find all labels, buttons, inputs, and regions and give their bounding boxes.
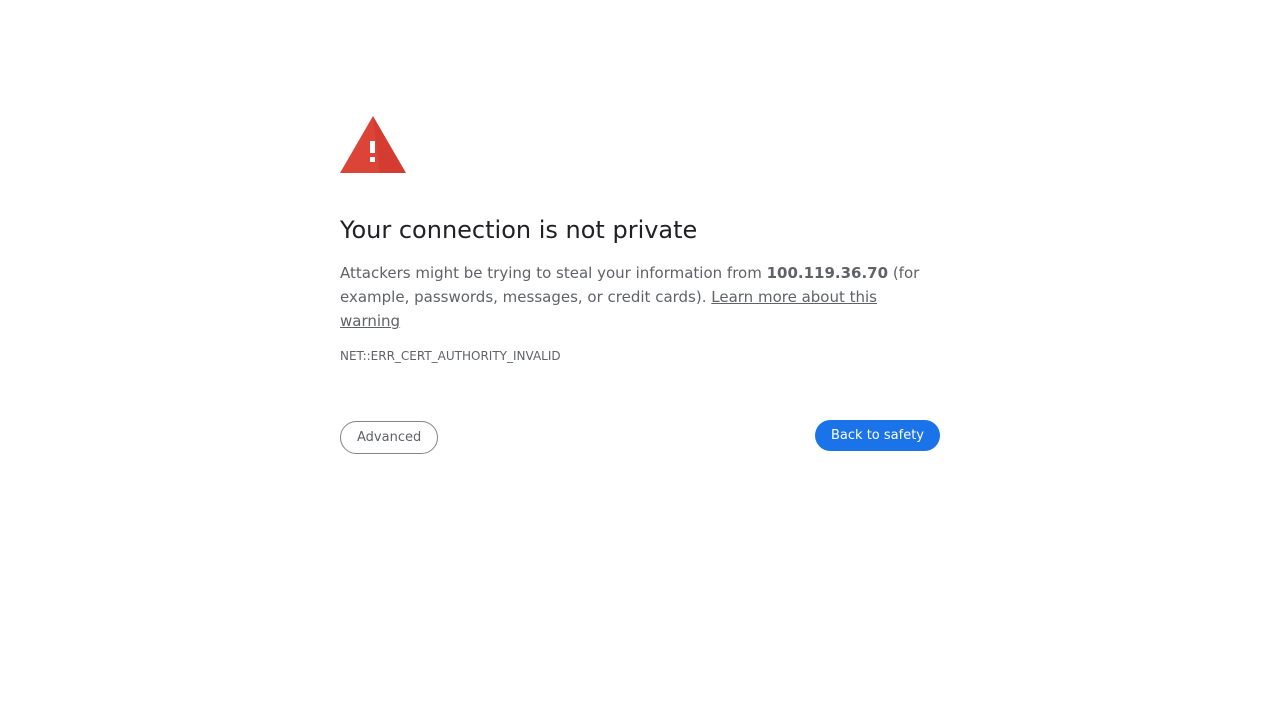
- message-prefix: Attackers might be trying to steal your …: [340, 264, 767, 282]
- interstitial-wrapper: Your connection is not private Attackers…: [340, 116, 940, 454]
- warning-triangle-icon: [340, 116, 406, 173]
- back-to-safety-button[interactable]: Back to safety: [815, 420, 940, 451]
- error-code: NET::ERR_CERT_AUTHORITY_INVALID: [340, 349, 561, 363]
- advanced-button[interactable]: Advanced: [340, 421, 439, 454]
- host-address: 100.119.36.70: [766, 264, 889, 282]
- main-message: Attackers might be trying to steal your …: [340, 261, 940, 333]
- button-row: Advanced Back to safety: [340, 420, 940, 454]
- page-title: Your connection is not private: [340, 216, 698, 244]
